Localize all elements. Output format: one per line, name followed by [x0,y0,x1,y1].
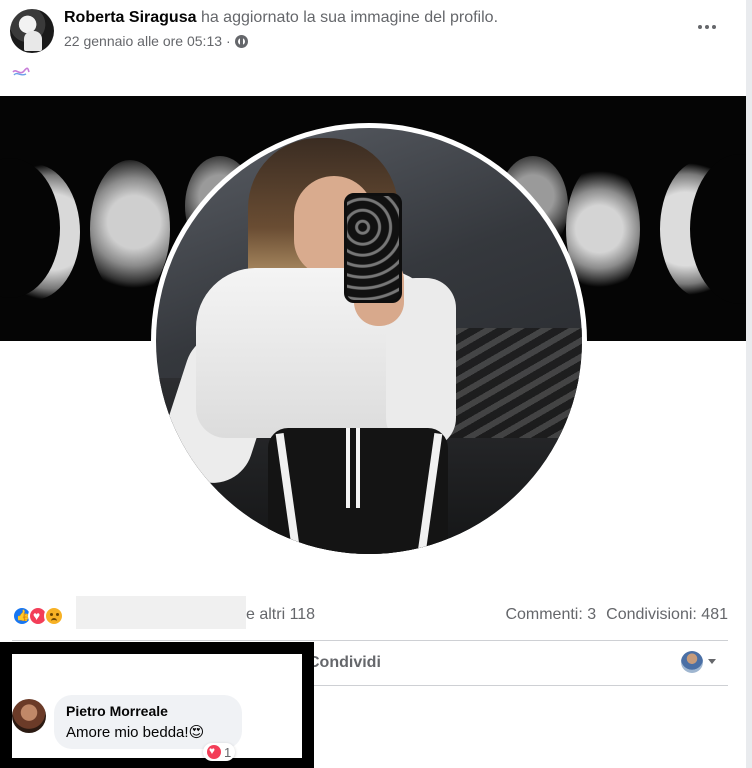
post-meta: 22 gennaio alle ore 05:13 · [64,33,248,49]
profile-photo[interactable] [156,128,582,554]
sad-icon [44,606,64,626]
post-timestamp[interactable]: 22 gennaio alle ore 05:13 [64,33,222,49]
comment-reaction-count: 1 [224,744,232,760]
commenter-name[interactable]: Pietro Morreale [66,703,168,719]
post-action-text: ha aggiornato la sua immagine del profil… [200,9,499,26]
sparkle-icon [12,67,30,76]
feed-post: Roberta Siragusa ha aggiornato la sua im… [0,0,746,768]
shares-count-link[interactable]: Condivisioni: 481 [606,606,728,624]
reaction-summary[interactable] [12,605,64,627]
reaction-others-link[interactable]: e altri 118 [246,606,315,624]
post-header: Roberta Siragusa ha aggiornato la sua im… [64,9,498,27]
author-name[interactable]: Roberta Siragusa [64,9,196,26]
commenter-avatar[interactable] [12,699,46,733]
comment-reaction-badge[interactable]: 1 [203,743,236,761]
meta-separator: · [226,33,231,49]
comment-text: Amore mio bedda!😍 [66,724,205,741]
divider [12,640,728,641]
love-icon [207,745,221,759]
moon-phase-2 [90,160,170,298]
author-avatar[interactable] [10,9,54,53]
page-edge [746,0,752,768]
photo-phone [344,193,402,303]
share-label: Condividi [308,654,381,671]
viewer-avatar[interactable] [681,651,703,673]
more-options-icon[interactable] [698,20,718,34]
chevron-down-icon[interactable] [708,659,716,664]
comments-count-link[interactable]: Commenti: 3 [505,606,596,624]
photo-drawstring [346,428,360,508]
globe-icon[interactable] [234,34,248,48]
photo-zebra-rug [441,328,582,438]
redacted-names [76,596,246,629]
engagement-counts: Commenti: 3 Condivisioni: 481 [505,606,728,624]
